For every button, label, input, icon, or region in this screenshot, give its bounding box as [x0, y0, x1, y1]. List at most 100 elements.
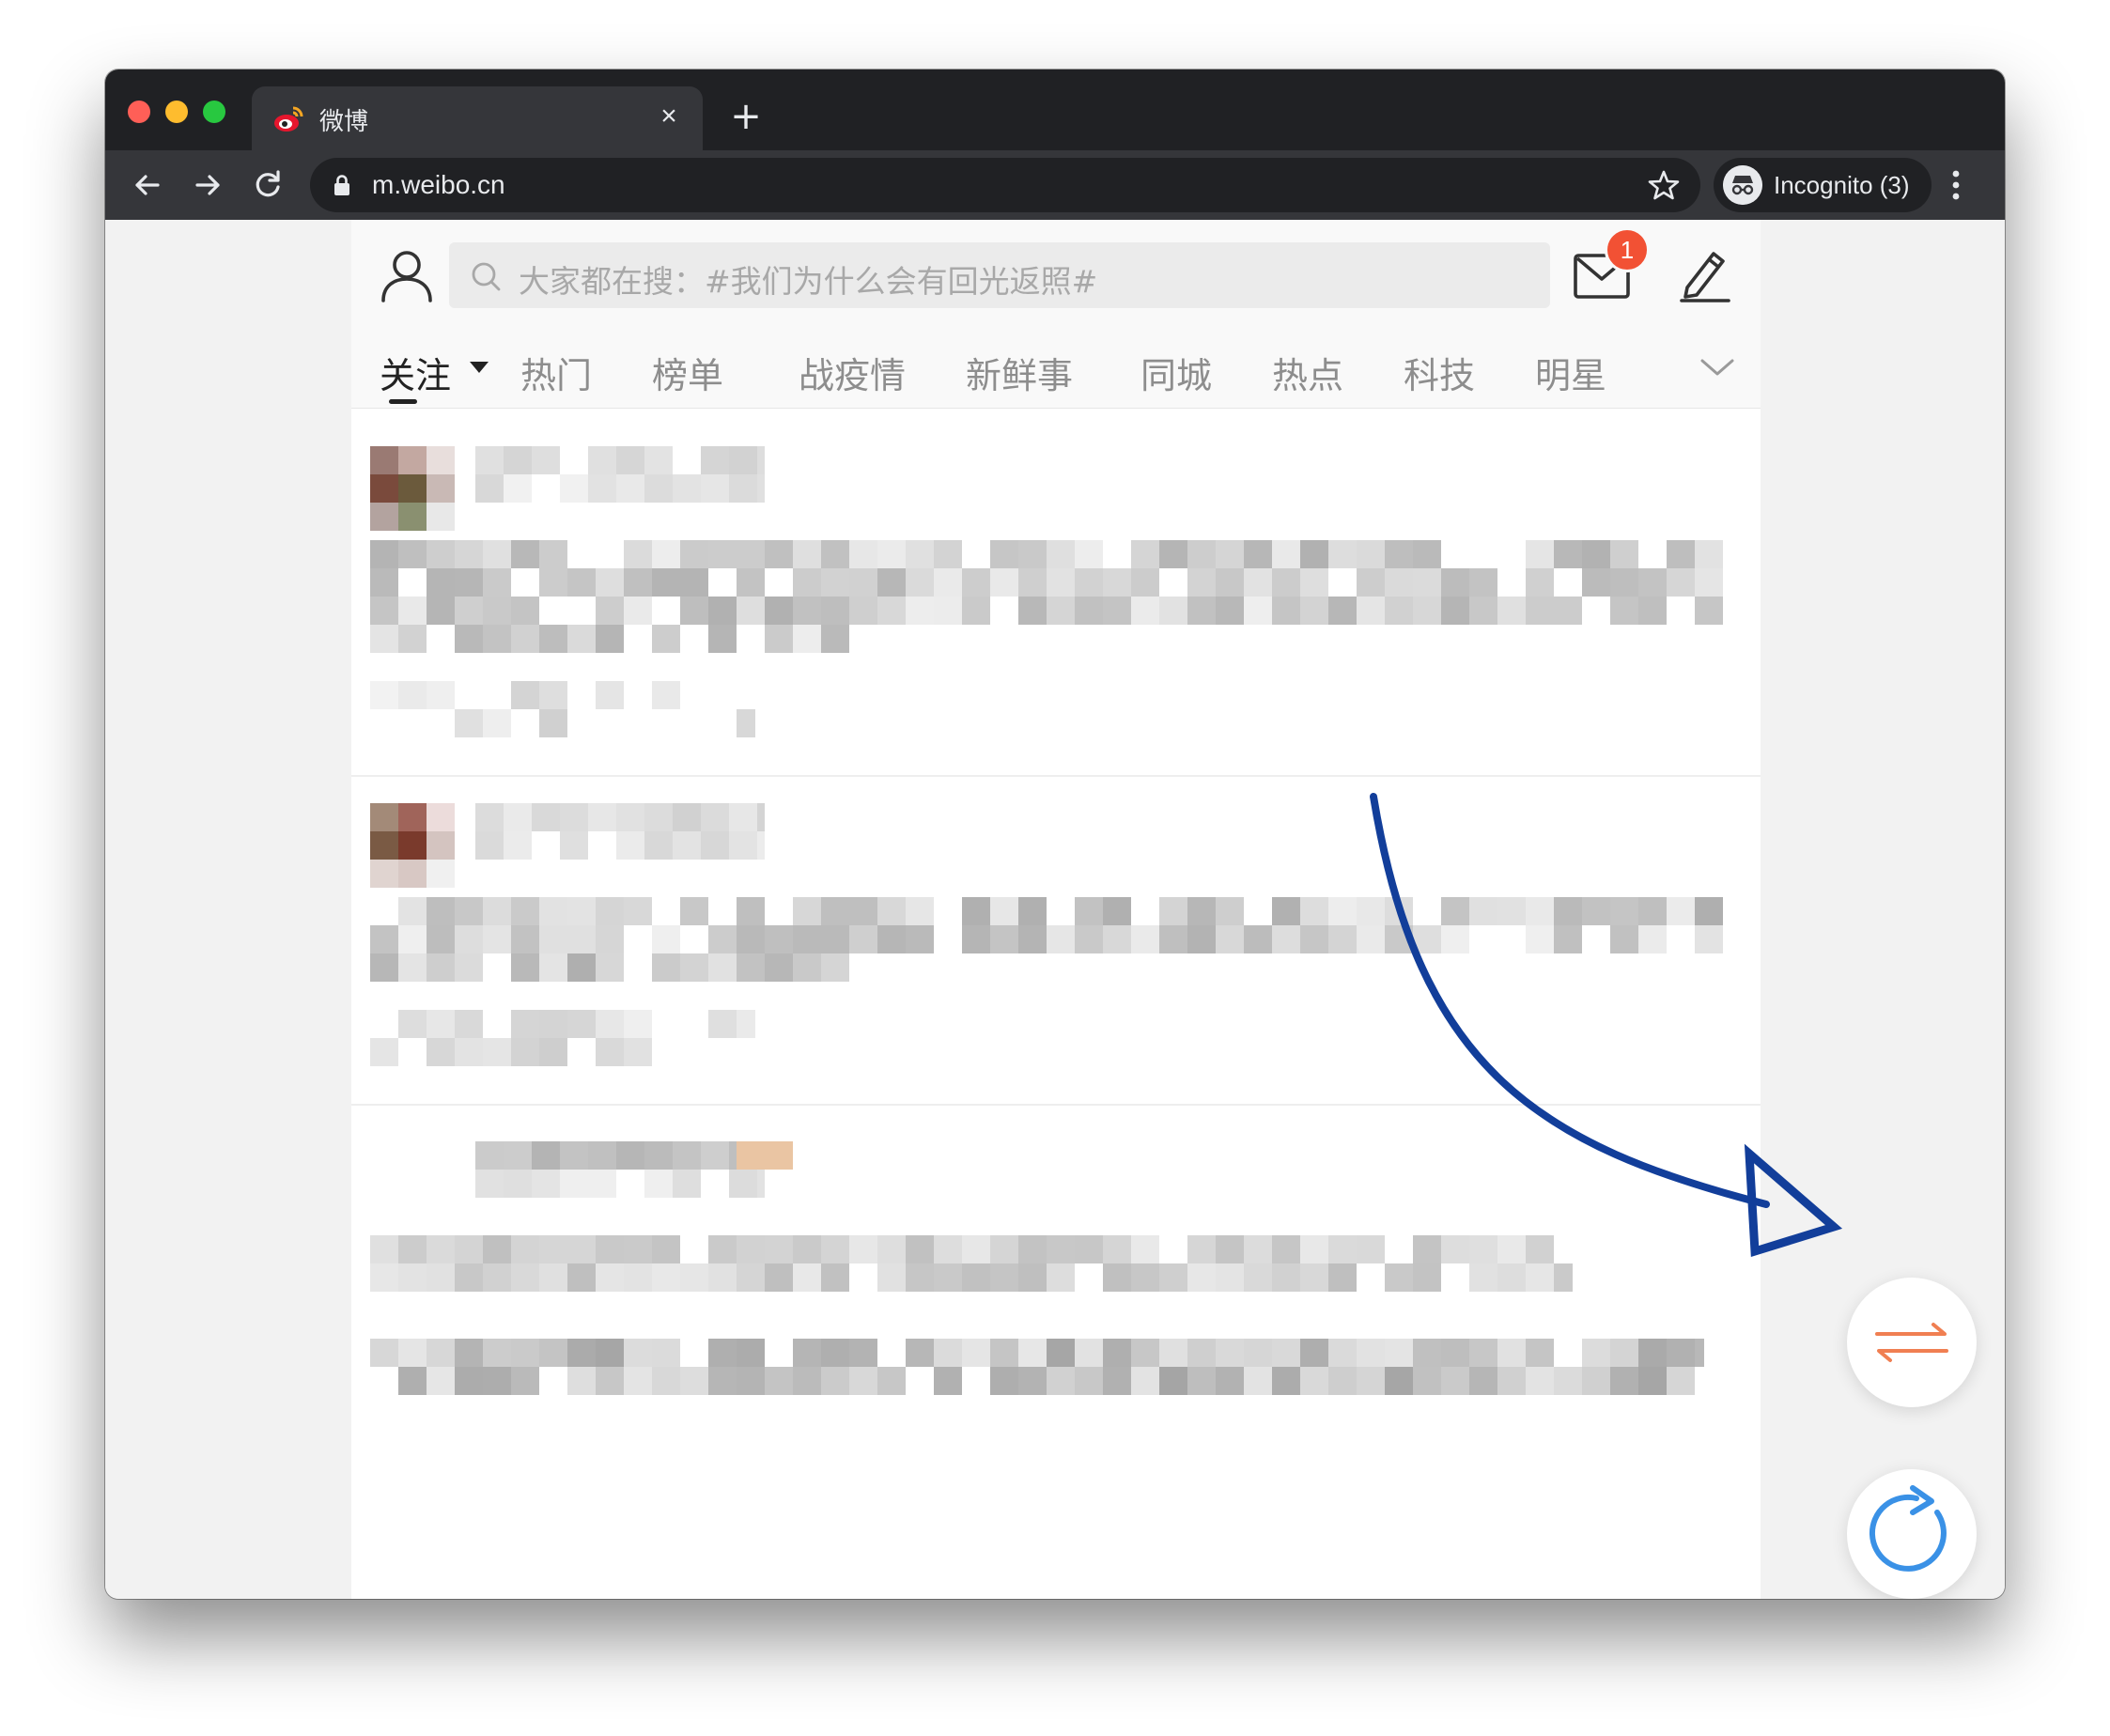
- mosaic-pixel: [793, 1339, 821, 1367]
- mosaic-pixel: [652, 1367, 680, 1395]
- mosaic-pixel: [680, 540, 708, 568]
- chevron-down-icon[interactable]: [1699, 353, 1736, 381]
- mosaic-pixel: [1187, 1263, 1216, 1292]
- mosaic-pixel: [596, 925, 624, 953]
- mosaic-pixel: [1047, 1339, 1075, 1367]
- mosaic-pixel: [644, 1141, 673, 1170]
- star-icon[interactable]: [1646, 167, 1682, 203]
- user-icon[interactable]: [378, 246, 436, 304]
- back-button[interactable]: [124, 162, 171, 209]
- more-vert-icon[interactable]: [1947, 165, 1965, 205]
- mosaic-pixel: [588, 474, 616, 503]
- mosaic-pixel: [1441, 1235, 1469, 1263]
- tab-title: 微博: [319, 108, 369, 136]
- mosaic-pixel: [475, 1141, 504, 1170]
- mosaic-pixel: [1272, 1367, 1300, 1395]
- mosaic-pixel: [757, 474, 765, 503]
- new-tab-button[interactable]: +: [725, 98, 767, 139]
- mosaic-pixel: [1131, 925, 1159, 953]
- mosaic-pixel: [1328, 1339, 1357, 1367]
- reload-button[interactable]: [244, 162, 291, 209]
- mosaic-pixel: [708, 625, 737, 653]
- refresh-feed-button[interactable]: [1847, 1469, 1977, 1599]
- mosaic-pixel: [793, 953, 821, 982]
- mosaic-pixel: [708, 1235, 737, 1263]
- zoom-window-button[interactable]: [203, 101, 225, 123]
- mosaic-pixel: [539, 540, 567, 568]
- minimize-window-button[interactable]: [165, 101, 188, 123]
- mosaic-pixel: [616, 474, 644, 503]
- mosaic-pixel: [652, 953, 680, 982]
- mosaic-pixel: [652, 540, 680, 568]
- refresh-icon: [1869, 1485, 1947, 1572]
- mosaic-pixel: [1638, 1367, 1667, 1395]
- switch-view-button[interactable]: [1847, 1278, 1977, 1407]
- mosaic-pixel: [793, 1235, 821, 1263]
- mosaic-pixel: [737, 897, 765, 925]
- mosaic-pixel: [1469, 897, 1497, 925]
- mosaic-pixel: [560, 474, 588, 503]
- mosaic-pixel: [1187, 897, 1216, 925]
- mosaic-pixel: [539, 1339, 567, 1367]
- channel-tab[interactable]: 榜单: [652, 347, 723, 398]
- mosaic-pixel: [539, 709, 567, 737]
- channel-tab[interactable]: 战疫情: [799, 347, 906, 398]
- channel-tab[interactable]: 科技: [1404, 347, 1475, 398]
- address-bar[interactable]: m.weibo.cn: [310, 158, 1700, 212]
- channel-tab[interactable]: 热点: [1272, 347, 1343, 398]
- mosaic-pixel: [1695, 540, 1723, 568]
- mosaic-pixel: [370, 831, 398, 860]
- close-window-button[interactable]: [128, 101, 150, 123]
- channel-tab[interactable]: 关注: [380, 347, 451, 398]
- compose-icon[interactable]: [1678, 244, 1732, 302]
- mosaic-pixel: [370, 540, 398, 568]
- search-input[interactable]: 大家都在搜：#我们为什么会有回光返照#: [449, 242, 1550, 308]
- mosaic-pixel: [1695, 925, 1723, 953]
- mosaic-pixel: [962, 1235, 990, 1263]
- mosaic-pixel: [1582, 540, 1610, 568]
- mosaic-pixel: [624, 568, 652, 597]
- mosaic-pixel: [1328, 597, 1357, 625]
- mosaic-pixel: [1187, 925, 1216, 953]
- channel-tab[interactable]: 明星: [1535, 347, 1606, 398]
- mosaic-pixel: [1075, 925, 1103, 953]
- channel-tab[interactable]: 热门: [520, 347, 592, 398]
- mosaic-pixel: [560, 831, 588, 860]
- incognito-label: Incognito (3): [1774, 171, 1910, 199]
- caret-down-icon[interactable]: [470, 362, 489, 373]
- channel-tab[interactable]: 同城: [1140, 347, 1212, 398]
- mosaic-pixel: [906, 1263, 934, 1292]
- weibo-page: 大家都在搜：#我们为什么会有回光返照# 1 关注 热门 榜单 战疫情 新鲜事 同城 热点 科技…: [351, 220, 1761, 1599]
- mosaic-pixel: [821, 1367, 849, 1395]
- mosaic-pixel: [1300, 1367, 1328, 1395]
- mosaic-pixel: [934, 1367, 962, 1395]
- back-arrow-icon: [135, 175, 160, 195]
- mosaic-pixel: [1638, 925, 1667, 953]
- mosaic-pixel: [849, 1367, 877, 1395]
- mosaic-pixel: [821, 597, 849, 625]
- mosaic-pixel: [455, 1339, 483, 1367]
- mosaic-pixel: [398, 860, 427, 888]
- mosaic-pixel: [455, 897, 483, 925]
- mosaic-pixel: [1187, 1235, 1216, 1263]
- mosaic-pixel: [1187, 597, 1216, 625]
- mosaic-pixel: [1526, 1339, 1554, 1367]
- mosaic-pixel: [1075, 568, 1103, 597]
- channel-tab[interactable]: 新鲜事: [966, 347, 1073, 398]
- page-viewport: 大家都在搜：#我们为什么会有回光返照# 1 关注 热门 榜单 战疫情 新鲜事 同城 热点 科技…: [105, 220, 2005, 1599]
- incognito-profile-button[interactable]: Incognito (3): [1714, 158, 1932, 212]
- mosaic-pixel: [652, 625, 680, 653]
- tab-close-icon[interactable]: ×: [652, 100, 686, 133]
- mosaic-pixel: [1103, 1235, 1131, 1263]
- mosaic-pixel: [877, 540, 906, 568]
- mosaic-pixel: [427, 1367, 455, 1395]
- mosaic-pixel: [504, 1141, 532, 1170]
- mosaic-pixel: [1526, 540, 1554, 568]
- mosaic-pixel: [1441, 597, 1469, 625]
- forward-button[interactable]: [184, 162, 231, 209]
- mosaic-pixel: [427, 446, 455, 474]
- browser-tab[interactable]: 微博 ×: [252, 86, 703, 150]
- mosaic-pixel: [560, 1141, 588, 1170]
- mosaic-pixel: [1047, 1235, 1075, 1263]
- mosaic-pixel: [483, 625, 511, 653]
